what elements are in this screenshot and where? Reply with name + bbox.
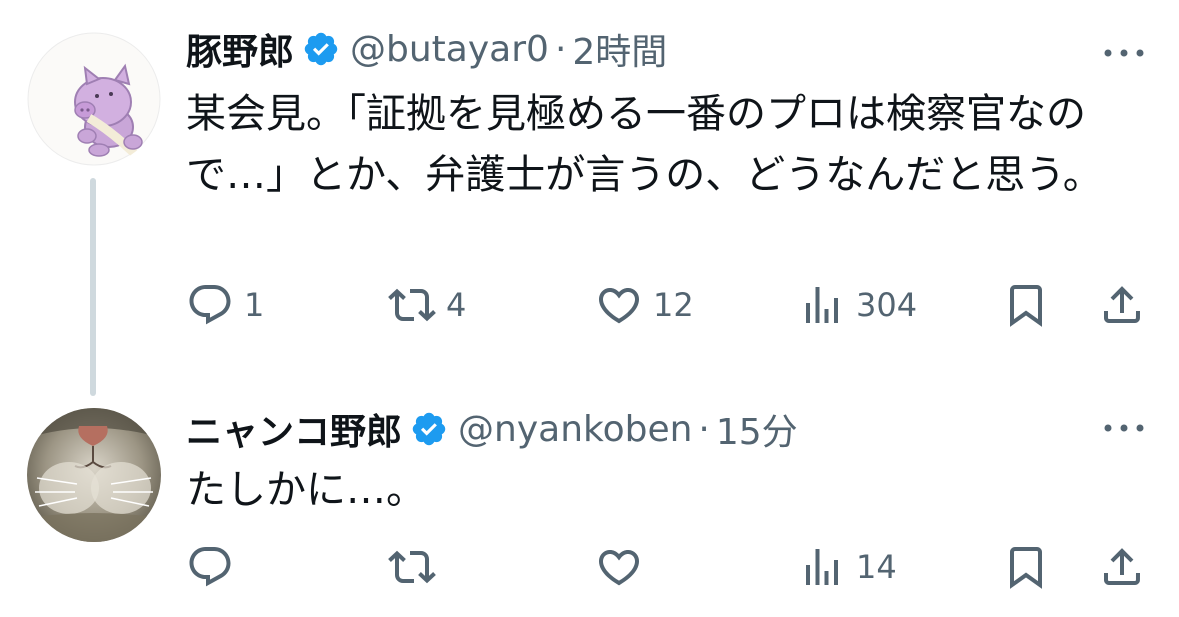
- thread-view: 豚野郎 @butayar0 · 2時間 某会見。「証拠を見極める一番のプロは検察…: [0, 0, 1179, 617]
- retweet-count: 4: [446, 286, 467, 324]
- heart-icon: [598, 550, 640, 586]
- retweet-icon: [388, 288, 436, 322]
- bookmark-button[interactable]: [1002, 542, 1050, 592]
- retweet-button[interactable]: 4: [388, 280, 466, 330]
- views-count: 304: [856, 286, 918, 324]
- separator-dot: ·: [554, 28, 567, 70]
- retweet-icon: [388, 550, 436, 584]
- pig-avatar-image: [27, 32, 161, 166]
- share-icon: [1104, 286, 1140, 323]
- reply-count: 1: [244, 286, 265, 324]
- tweet-header: ニャンコ野郎 @nyankoben · 15分: [186, 404, 798, 454]
- avatar[interactable]: [27, 32, 161, 166]
- heart-icon: [598, 288, 640, 324]
- user-handle[interactable]: @nyankoben: [458, 409, 692, 450]
- views-button[interactable]: 14: [798, 542, 897, 592]
- display-name[interactable]: ニャンコ野郎: [186, 403, 402, 455]
- tweet-text: たしかに…。: [186, 467, 426, 513]
- share-button[interactable]: [1098, 542, 1146, 592]
- reply-icon: [189, 547, 231, 587]
- views-icon: [806, 549, 838, 585]
- bookmark-icon: [1010, 547, 1042, 589]
- share-icon: [1104, 548, 1140, 585]
- timestamp[interactable]: 2時間: [572, 23, 667, 75]
- views-count: 14: [856, 548, 897, 586]
- reply-button[interactable]: [186, 542, 244, 592]
- views-icon: [806, 287, 838, 323]
- bookmark-icon: [1010, 285, 1042, 327]
- verified-badge-icon: [412, 412, 446, 446]
- cat-avatar-image: [27, 408, 161, 542]
- more-dots-icon[interactable]: [1100, 418, 1148, 438]
- separator-dot: ·: [698, 408, 710, 450]
- verified-badge-icon: [304, 32, 338, 66]
- more-dots-icon[interactable]: [1100, 43, 1148, 63]
- views-button[interactable]: 304: [798, 280, 917, 330]
- retweet-button[interactable]: [388, 542, 446, 592]
- reply-icon: [189, 285, 231, 325]
- action-bar: 1 4 12 304: [0, 280, 1179, 330]
- tweet-header: 豚野郎 @butayar0 · 2時間: [186, 24, 667, 74]
- share-button[interactable]: [1098, 280, 1146, 330]
- bookmark-button[interactable]: [1002, 280, 1050, 330]
- like-button[interactable]: [595, 542, 653, 592]
- like-button[interactable]: 12: [595, 280, 694, 330]
- tweet-text: 某会見。「証拠を見極める一番のプロは検察官なので…」とか、弁護士が言うの、どうな…: [186, 91, 1103, 198]
- like-count: 12: [653, 286, 694, 324]
- display-name[interactable]: 豚野郎: [186, 23, 294, 75]
- timestamp[interactable]: 15分: [716, 403, 798, 455]
- user-handle[interactable]: @butayar0: [350, 29, 549, 70]
- action-bar: 14: [0, 542, 1179, 592]
- avatar[interactable]: [27, 408, 161, 542]
- reply-button[interactable]: 1: [186, 280, 264, 330]
